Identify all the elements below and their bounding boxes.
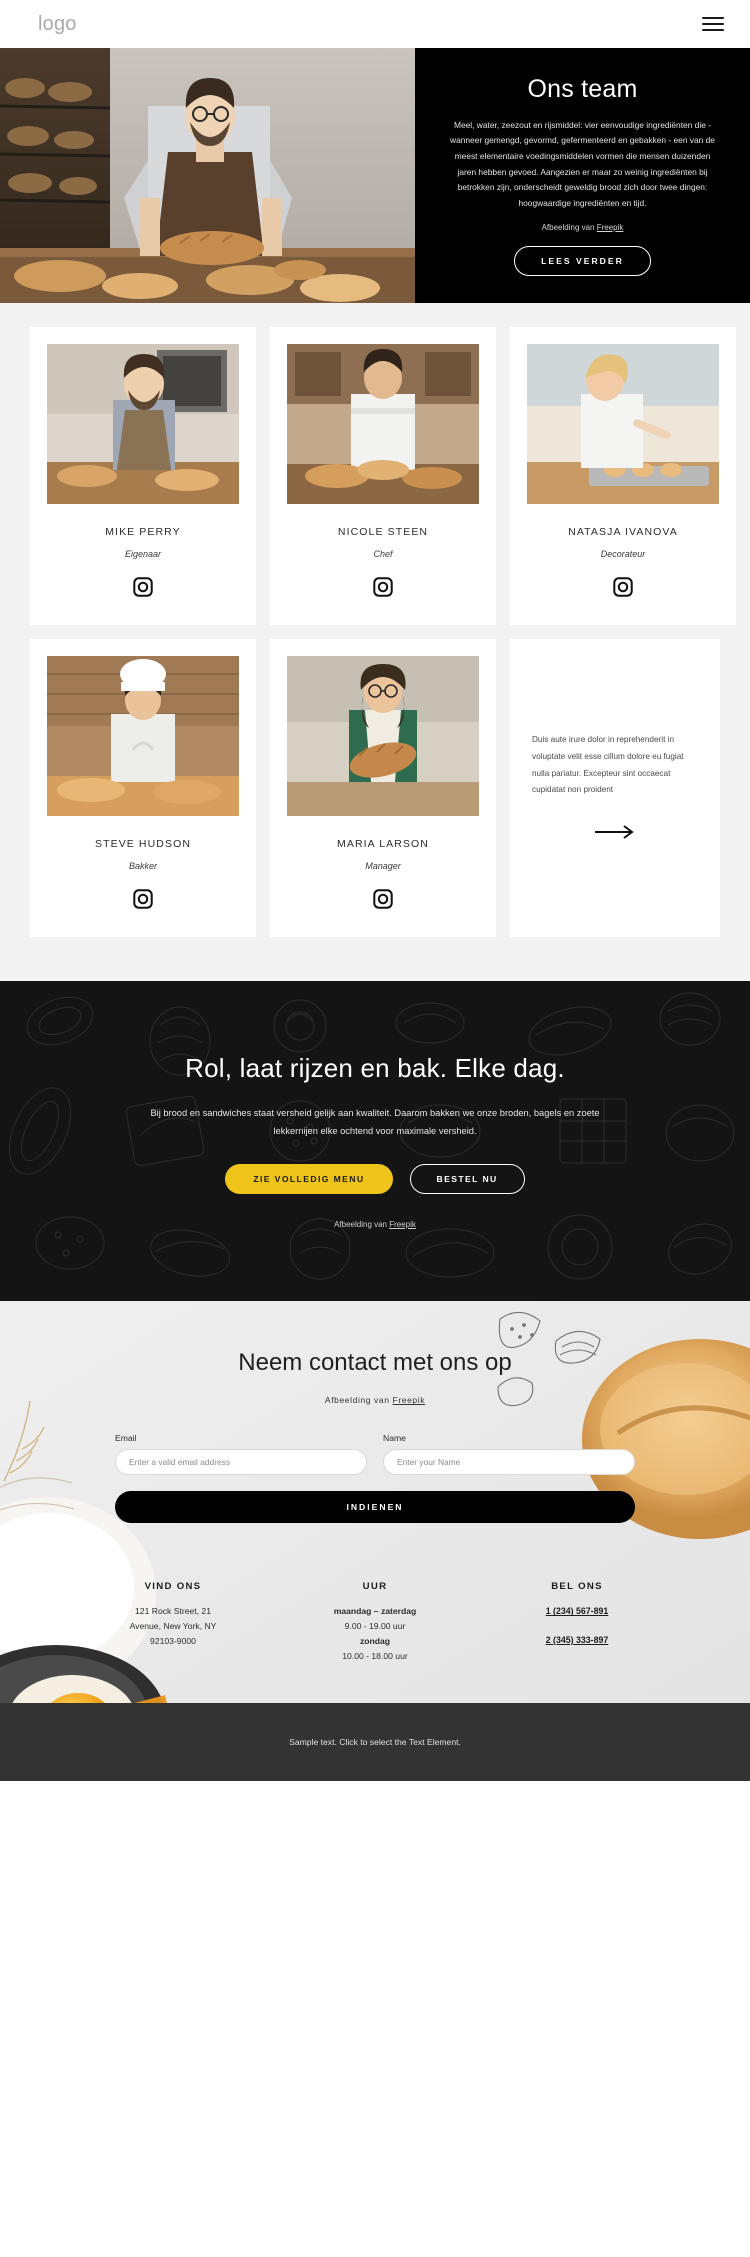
phone-link[interactable]: 2 (345) 333-897: [502, 1633, 652, 1648]
site-logo[interactable]: logo: [38, 13, 77, 36]
team-member-photo: [527, 344, 719, 504]
member-photo-illustration: [287, 344, 479, 504]
member-photo-illustration: [47, 656, 239, 816]
info-body: 121 Rock Street, 21 Avenue, New York, NY…: [98, 1604, 248, 1649]
info-column-hours: UUR maandag – zaterdag 9.00 - 19.00 uur …: [300, 1581, 450, 1664]
hours-day-range: maandag – zaterdag: [333, 1606, 417, 1617]
submit-button[interactable]: INDIENEN: [115, 1491, 635, 1524]
member-name: NICOLE STEEN: [337, 526, 429, 538]
contact-credit-link[interactable]: Freepik: [393, 1395, 426, 1405]
contact-title: Neem contact met ons op: [238, 1349, 512, 1376]
address-line: Avenue, New York, NY: [129, 1621, 217, 1632]
hamburger-menu-icon[interactable]: [702, 13, 724, 35]
name-label: Name: [383, 1433, 406, 1444]
hours-day-range: zondag: [359, 1636, 391, 1647]
order-now-button[interactable]: BESTEL NU: [409, 1164, 525, 1195]
hero-title: Ons team: [527, 74, 638, 103]
cta-section: Rol, laat rijzen en bak. Elke dag. Bij b…: [0, 981, 750, 1301]
view-full-menu-button[interactable]: ZIE VOLLEDIG MENU: [225, 1164, 393, 1195]
page-root: logo Ons team Meel, water, zeezout en ri…: [0, 0, 750, 1781]
member-name: NATASJA IVANOVA: [568, 526, 678, 538]
info-heading: BEL ONS: [551, 1581, 603, 1593]
read-more-button[interactable]: LEES VERDER: [514, 246, 651, 277]
hero-credit-prefix: Afbeelding van: [541, 223, 597, 233]
site-footer: Sample text. Click to select the Text El…: [0, 1702, 750, 1781]
info-body: maandag – zaterdag 9.00 - 19.00 uur zond…: [300, 1604, 450, 1664]
instagram-icon[interactable]: [612, 576, 634, 603]
cta-credit-link[interactable]: Freepik: [389, 1220, 416, 1229]
info-column-find-us: VIND ONS 121 Rock Street, 21 Avenue, New…: [98, 1581, 248, 1664]
info-heading: UUR: [362, 1581, 388, 1593]
contact-info-row: VIND ONS 121 Rock Street, 21 Avenue, New…: [0, 1581, 750, 1664]
instagram-icon[interactable]: [372, 888, 394, 915]
hours-time: 10.00 - 18.00 uur: [342, 1651, 408, 1662]
name-field-group: Name: [383, 1433, 635, 1476]
text-card-body: Duis aute irure dolor in reprehenderit i…: [532, 734, 684, 795]
cta-content: Rol, laat rijzen en bak. Elke dag. Bij b…: [0, 1053, 750, 1229]
instagram-icon[interactable]: [132, 888, 154, 915]
hero-image-credit: Afbeelding van Freepik: [542, 223, 624, 232]
team-row-top: MIKE PERRY Eigenaar NICOLE STEEN Chef NA…: [30, 327, 736, 625]
member-role: Manager: [365, 861, 401, 871]
contact-form: Email Name: [115, 1433, 635, 1476]
cta-subtitle: Bij brood en sandwiches staat versheid g…: [150, 1107, 600, 1136]
name-input[interactable]: [383, 1449, 635, 1476]
contact-image-credit: Afbeelding van Freepik: [0, 1395, 750, 1405]
team-card[interactable]: STEVE HUDSON Bakker: [30, 639, 256, 937]
hamburger-bar: [702, 17, 724, 19]
hamburger-bar: [702, 29, 724, 31]
team-card[interactable]: NICOLE STEEN Chef: [270, 327, 496, 625]
instagram-icon[interactable]: [132, 576, 154, 603]
member-photo-illustration: [287, 656, 479, 816]
team-row-bottom: STEVE HUDSON Bakker MARIA LARSON Manager…: [30, 639, 720, 937]
team-card[interactable]: MIKE PERRY Eigenaar: [30, 327, 256, 625]
team-member-photo: [47, 344, 239, 504]
team-member-photo: [287, 656, 479, 816]
address-line: 121 Rock Street, 21: [135, 1606, 211, 1617]
member-name: STEVE HUDSON: [94, 838, 192, 850]
team-member-photo: [47, 656, 239, 816]
arrow-right-icon[interactable]: [594, 825, 636, 844]
team-card[interactable]: NATASJA IVANOVA Decorateur: [510, 327, 736, 625]
member-role: Chef: [373, 549, 393, 559]
team-section: MIKE PERRY Eigenaar NICOLE STEEN Chef NA…: [0, 303, 750, 981]
team-text-card: Duis aute irure dolor in reprehenderit i…: [510, 639, 720, 937]
footer-sample-text[interactable]: Sample text. Click to select the Text El…: [289, 1737, 461, 1747]
cta-title: Rol, laat rijzen en bak. Elke dag.: [185, 1052, 565, 1083]
team-card[interactable]: MARIA LARSON Manager: [270, 639, 496, 937]
cta-image-credit: Afbeelding van Freepik: [60, 1220, 690, 1229]
hero-text-panel: Ons team Meel, water, zeezout en rijsmid…: [415, 48, 750, 303]
email-input[interactable]: [115, 1449, 367, 1476]
member-photo-illustration: [527, 344, 719, 504]
member-name: MIKE PERRY: [105, 526, 181, 538]
member-role: Bakker: [128, 861, 157, 871]
cta-credit-prefix: Afbeelding van: [334, 1220, 390, 1230]
team-member-photo: [287, 344, 479, 504]
instagram-icon[interactable]: [372, 576, 394, 603]
cta-button-group: ZIE VOLLEDIG MENU BESTEL NU: [60, 1164, 690, 1195]
hero-image-baker: [0, 48, 415, 303]
phone-link[interactable]: 1 (234) 567-891: [502, 1604, 652, 1619]
info-heading: VIND ONS: [144, 1581, 202, 1593]
hero-paragraph: Meel, water, zeezout en rijsmiddel: vier…: [450, 119, 715, 208]
contact-section: Neem contact met ons op Afbeelding van F…: [0, 1301, 750, 1703]
member-role: Decorateur: [600, 549, 646, 559]
site-header: logo: [0, 0, 750, 48]
contact-credit-prefix: Afbeelding van: [324, 1395, 393, 1406]
member-role: Eigenaar: [124, 549, 162, 559]
address-line: 92103-9000: [150, 1636, 196, 1647]
hero-photo-illustration: [0, 48, 415, 303]
hero-section: Ons team Meel, water, zeezout en rijsmid…: [0, 48, 750, 303]
info-body: 1 (234) 567-891 2 (345) 333-897: [502, 1604, 652, 1648]
contact-content: Neem contact met ons op Afbeelding van F…: [0, 1347, 750, 1665]
member-photo-illustration: [47, 344, 239, 504]
hero-credit-link[interactable]: Freepik: [597, 223, 624, 232]
email-field-group: Email: [115, 1433, 367, 1476]
email-label: Email: [115, 1433, 137, 1444]
hours-time: 9.00 - 19.00 uur: [344, 1621, 406, 1632]
info-column-call-us: BEL ONS 1 (234) 567-891 2 (345) 333-897: [502, 1581, 652, 1664]
hamburger-bar: [702, 23, 724, 25]
member-name: MARIA LARSON: [337, 838, 429, 850]
